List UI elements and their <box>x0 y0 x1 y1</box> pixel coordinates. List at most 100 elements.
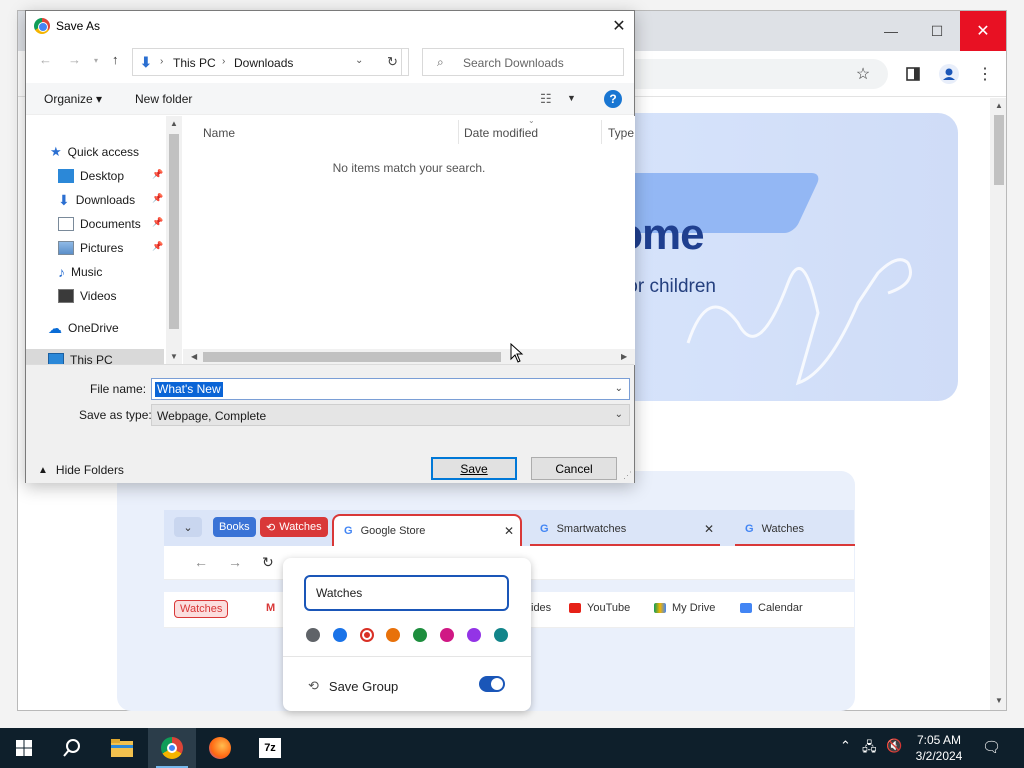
taskbar-search-button[interactable] <box>48 728 96 768</box>
illustration-tab-label: Google Store <box>360 525 426 537</box>
youtube-icon <box>569 603 581 613</box>
maximize-button[interactable]: ☐ <box>914 11 960 51</box>
close-window-button[interactable]: ✕ <box>960 11 1006 51</box>
group-name-input: Watches <box>304 575 509 611</box>
command-bar: Organize ▾ New folder ☷ ▼ ? <box>26 83 634 115</box>
tab-group-watches-label: Watches <box>279 521 322 533</box>
scroll-left-icon[interactable]: ◀ <box>191 352 197 361</box>
color-dot-cyan <box>494 628 508 642</box>
7zip-logo-icon: 7z <box>259 738 281 758</box>
minimize-button[interactable]: — <box>868 11 914 51</box>
scroll-down-icon[interactable]: ▼ <box>170 352 178 361</box>
address-bar[interactable]: ⬇ › This PC › Downloads ⌄ <box>132 48 402 76</box>
column-type[interactable]: Type <box>608 126 634 140</box>
drive-icon <box>654 603 666 613</box>
refresh-button[interactable]: ↻ <box>377 48 409 76</box>
bookmark-item: ides <box>531 602 552 614</box>
menu-kebab-icon[interactable]: ⋮ <box>974 63 996 85</box>
new-folder-button[interactable]: New folder <box>135 92 192 106</box>
page-scrollbar-thumb[interactable] <box>994 115 1004 185</box>
nav-label: OneDrive <box>68 321 119 335</box>
system-clock[interactable]: 7:05 AM 3/2/2024 <box>905 732 973 764</box>
google-logo-icon: G <box>344 525 353 537</box>
bookmark-label: My Drive <box>672 602 716 614</box>
nav-label: Quick access <box>67 145 140 159</box>
illustration-tab-smartwatches: G Smartwatches ✕ <box>530 514 720 546</box>
page-scrollbar[interactable] <box>990 98 1006 710</box>
save-as-type-select[interactable]: Webpage, Complete ⌄ <box>151 404 630 426</box>
column-name[interactable]: Name <box>203 126 235 140</box>
save-as-type-label: Save as type: <box>79 408 152 422</box>
nav-label: Downloads <box>75 193 136 207</box>
back-icon[interactable]: ← <box>39 52 52 67</box>
search-placeholder: Search Downloads <box>463 56 564 70</box>
color-dot-red-selected <box>360 628 374 642</box>
file-name-label: File name: <box>90 382 147 396</box>
address-dropdown-icon[interactable]: ⌄ <box>355 55 363 66</box>
column-divider[interactable] <box>601 120 602 144</box>
recent-locations-icon[interactable]: ▾ <box>94 56 98 65</box>
scroll-right-icon[interactable]: ▶ <box>621 352 627 361</box>
save-group-row: ⟲ Save Group <box>308 678 398 694</box>
file-list-hscrollbar[interactable]: ◀ ▶ <box>183 349 635 365</box>
videos-folder-icon <box>58 289 74 303</box>
nav-pane-scrollbar[interactable]: ▲ ▼ <box>166 116 182 364</box>
scroll-up-icon[interactable]: ▲ <box>170 119 178 128</box>
file-name-input[interactable]: What's New ⌄ <box>151 378 630 400</box>
file-name-dropdown-icon[interactable]: ⌄ <box>615 383 623 394</box>
back-arrow-icon: ← <box>194 554 208 570</box>
scroll-down-icon[interactable]: ▼ <box>995 696 1021 705</box>
side-panel-icon[interactable] <box>902 63 924 85</box>
download-arrow-icon: ⬇ <box>140 54 152 70</box>
calendar-icon <box>740 603 752 613</box>
view-options-icon[interactable]: ☷ <box>540 91 552 107</box>
pin-icon: 📌 <box>152 217 164 227</box>
volume-muted-icon[interactable]: 🔇 <box>886 738 902 754</box>
save-group-label: Save Group <box>328 678 399 694</box>
organize-menu[interactable]: Organize ▾ <box>44 92 102 106</box>
dialog-close-button[interactable]: ✕ <box>604 11 634 41</box>
profile-avatar-icon[interactable] <box>938 63 960 85</box>
nav-scroll-thumb[interactable] <box>169 134 179 329</box>
network-icon[interactable]: 🖧 <box>862 738 877 760</box>
column-date-modified[interactable]: Date modified <box>464 126 538 140</box>
bookmark-star-icon[interactable]: ☆ <box>852 63 874 85</box>
resize-grip-icon[interactable]: ⋰ <box>623 470 632 481</box>
documents-folder-icon <box>58 217 74 231</box>
7zip-taskbar-button[interactable]: 7z <box>246 728 294 768</box>
up-icon[interactable]: ↑ <box>112 52 119 67</box>
tab-group-icon: ⟲ <box>266 521 276 534</box>
search-box[interactable]: ⌕ Search Downloads <box>422 48 624 76</box>
chrome-taskbar-button[interactable] <box>148 728 196 768</box>
view-dropdown-icon[interactable]: ▼ <box>567 93 576 103</box>
cancel-button[interactable]: Cancel <box>531 457 617 480</box>
cloud-icon: ☁ <box>48 319 62 336</box>
windows-logo-icon <box>16 740 32 756</box>
hscroll-thumb[interactable] <box>203 352 501 362</box>
star-icon: ★ <box>50 144 62 159</box>
breadcrumb-this-pc[interactable]: This PC <box>173 56 216 70</box>
scroll-up-icon[interactable]: ▲ <box>995 101 1021 110</box>
breadcrumb-downloads[interactable]: Downloads <box>234 56 293 70</box>
show-hidden-icons-chevron-icon[interactable]: ⌃ <box>840 738 851 754</box>
save-as-type-dropdown-icon[interactable]: ⌄ <box>615 409 623 420</box>
save-button[interactable]: Save <box>431 457 517 480</box>
hide-folders-label: Hide Folders <box>55 463 124 477</box>
search-icon <box>63 739 80 757</box>
notifications-icon[interactable]: 🗨 <box>982 738 1001 756</box>
tab-group-books-chip: Books <box>213 517 256 537</box>
empty-results-message: No items match your search. <box>332 161 486 175</box>
start-button[interactable] <box>0 728 48 768</box>
omnibox[interactable] <box>618 59 888 89</box>
help-icon[interactable]: ? <box>604 90 622 108</box>
hide-folders-button[interactable]: ▲ Hide Folders <box>38 463 124 477</box>
column-divider[interactable] <box>458 120 459 144</box>
reload-icon: ↻ <box>262 554 274 570</box>
firefox-taskbar-button[interactable] <box>196 728 244 768</box>
forward-icon[interactable]: → <box>68 52 81 67</box>
illustration-tab-watches: G Watches <box>735 514 855 546</box>
clock-time: 7:05 AM <box>916 733 962 747</box>
file-explorer-button[interactable] <box>98 728 146 768</box>
illustration-tab-google-store: G Google Store ✕ <box>332 514 522 546</box>
tab-close-icon: ✕ <box>503 524 514 538</box>
